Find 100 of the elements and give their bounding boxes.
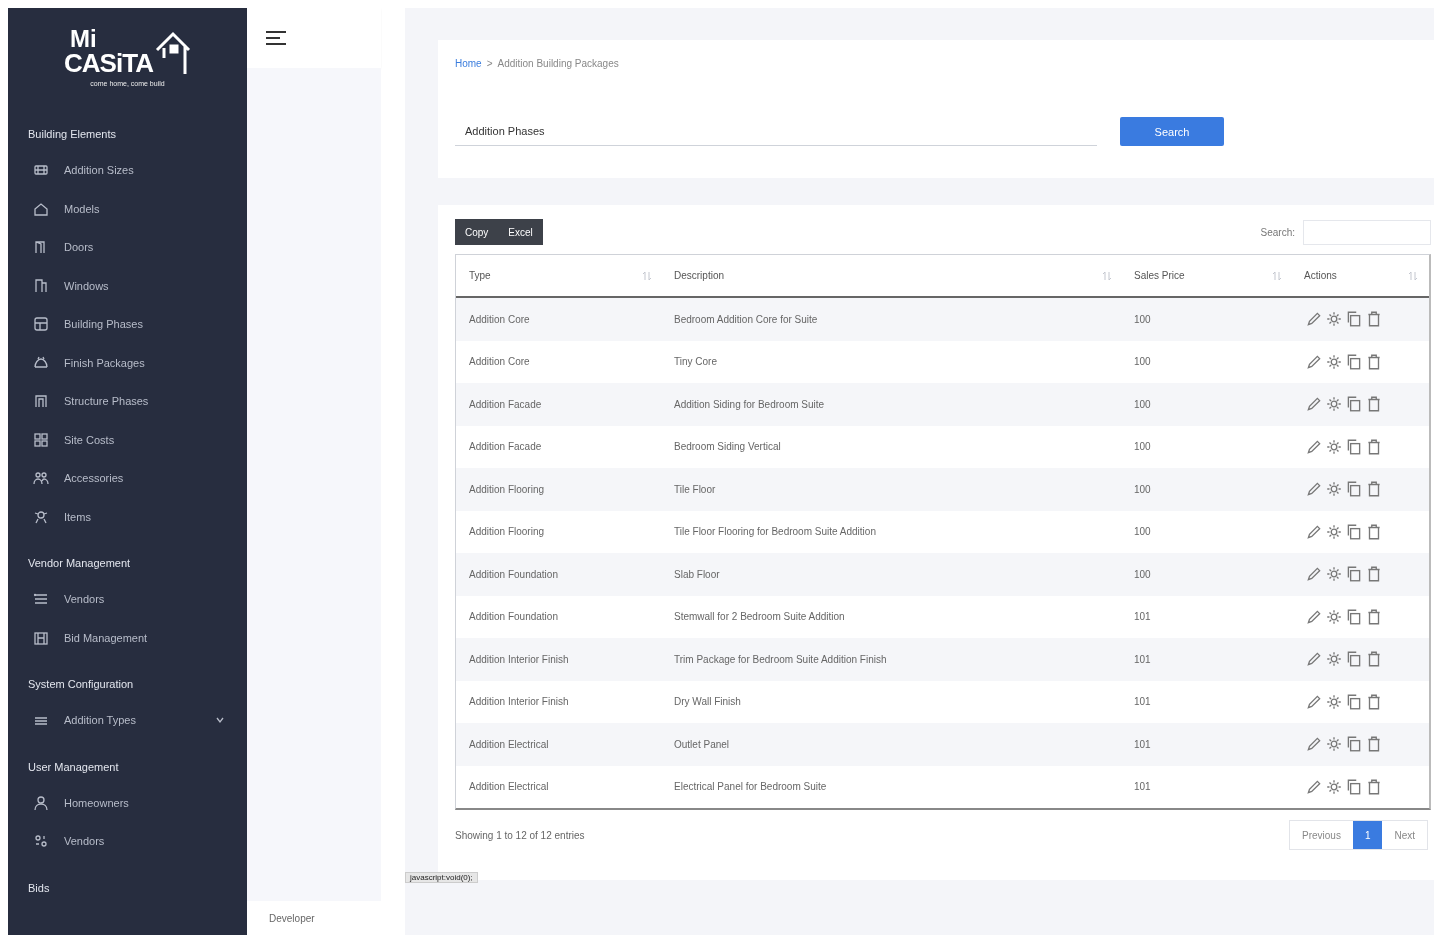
- trash-icon[interactable]: [1365, 480, 1383, 499]
- table-cell-text: 100: [1133, 483, 1152, 495]
- gear-icon[interactable]: [1325, 310, 1343, 329]
- trash-icon[interactable]: [1365, 735, 1383, 754]
- menu-icon[interactable]: [265, 30, 287, 46]
- trash-icon[interactable]: [1365, 395, 1383, 414]
- sidebar-item[interactable]: Doors: [8, 228, 247, 267]
- gear-icon[interactable]: [1325, 395, 1343, 414]
- trash-icon[interactable]: [1365, 522, 1383, 541]
- table-cell-text: Outlet Panel: [673, 738, 731, 750]
- trash-icon[interactable]: [1365, 692, 1383, 711]
- pagination-button[interactable]: 1: [1352, 821, 1383, 849]
- table-cell-text: Addition Siding for Bedroom Suite: [673, 398, 826, 410]
- sidebar-section-title: System Configuration: [27, 677, 135, 692]
- table-cell-text: 100: [1133, 398, 1152, 410]
- export-button[interactable]: Copy: [455, 219, 499, 245]
- trash-icon[interactable]: [1365, 352, 1383, 371]
- search-button[interactable]: Search: [1120, 117, 1224, 146]
- gear-icon[interactable]: [1325, 692, 1343, 711]
- copy-icon[interactable]: [1345, 607, 1363, 626]
- table-cell-text: 101: [1133, 611, 1152, 623]
- table-cell-text: Bedroom Addition Core for Suite: [673, 313, 819, 325]
- sidebar-item[interactable]: Addition Sizes: [8, 151, 247, 190]
- gear-icon[interactable]: [1325, 650, 1343, 669]
- table-cell-text: 100: [1133, 356, 1152, 368]
- copy-icon[interactable]: [1345, 692, 1363, 711]
- gear-icon[interactable]: [1325, 480, 1343, 499]
- table-cell-text: Addition Foundation: [468, 568, 559, 580]
- pencil-icon[interactable]: [1305, 480, 1323, 499]
- gear-icon[interactable]: [1325, 735, 1343, 754]
- table-cell-text: Addition Foundation: [468, 611, 559, 623]
- pencil-icon[interactable]: [1305, 310, 1323, 329]
- pencil-icon[interactable]: [1305, 395, 1323, 414]
- sidebar-section-title: Vendor Management: [27, 556, 132, 571]
- menu-item-icon: [32, 315, 50, 334]
- column-header[interactable]: Actions: [1304, 270, 1337, 281]
- trash-icon[interactable]: [1365, 607, 1383, 626]
- column-header[interactable]: Description: [674, 270, 725, 281]
- table-cell-text: 101: [1133, 696, 1152, 708]
- sidebar-item[interactable]: Building Phases: [8, 305, 247, 344]
- trash-icon[interactable]: [1365, 565, 1383, 584]
- table-cell-text: Addition Facade: [468, 398, 543, 410]
- pencil-icon[interactable]: [1305, 565, 1323, 584]
- copy-icon[interactable]: [1345, 565, 1363, 584]
- gear-icon[interactable]: [1325, 565, 1343, 584]
- table-cell-text: Addition Interior Finish: [468, 653, 570, 665]
- table-cell-text: Stemwall for 2 Bedroom Suite Addition: [673, 611, 846, 623]
- sidebar-item[interactable]: Items: [8, 497, 247, 536]
- gear-icon[interactable]: [1325, 522, 1343, 541]
- sidebar-item[interactable]: Vendors: [8, 580, 247, 619]
- sidebar-item[interactable]: Accessories: [8, 459, 247, 498]
- search-label: Search:: [1260, 226, 1295, 238]
- copy-icon[interactable]: [1345, 650, 1363, 669]
- sidebar-item[interactable]: Windows: [8, 266, 247, 305]
- table-cell-text: Slab Floor: [673, 568, 721, 580]
- copy-icon[interactable]: [1345, 310, 1363, 329]
- footer-text: Developer: [269, 912, 315, 924]
- copy-icon[interactable]: [1345, 522, 1363, 541]
- gear-icon[interactable]: [1325, 777, 1343, 796]
- column-header[interactable]: Type: [469, 270, 491, 281]
- trash-icon[interactable]: [1365, 310, 1383, 329]
- pencil-icon[interactable]: [1305, 735, 1323, 754]
- sidebar-item[interactable]: Site Costs: [8, 420, 247, 459]
- sidebar-item[interactable]: Homeowners: [8, 783, 247, 822]
- table-cell-text: Dry Wall Finish: [673, 696, 742, 708]
- copy-icon[interactable]: [1345, 735, 1363, 754]
- export-button[interactable]: Excel: [498, 219, 543, 245]
- table-cell-text: Bedroom Siding Vertical: [673, 441, 782, 453]
- sort-icon: [1103, 270, 1111, 281]
- table-cell-text: Addition Facade: [468, 441, 543, 453]
- sidebar-item[interactable]: Addition Types: [8, 701, 247, 740]
- table-cell-text: 101: [1133, 653, 1152, 665]
- copy-icon[interactable]: [1345, 777, 1363, 796]
- copy-icon[interactable]: [1345, 395, 1363, 414]
- sidebar-item[interactable]: Structure Phases: [8, 382, 247, 421]
- gear-icon[interactable]: [1325, 352, 1343, 371]
- breadcrumb-link[interactable]: Home: [455, 58, 482, 69]
- menu-item-icon: [32, 276, 50, 295]
- column-header[interactable]: Sales Price: [1134, 270, 1185, 281]
- trash-icon[interactable]: [1365, 650, 1383, 669]
- gear-icon[interactable]: [1325, 607, 1343, 626]
- sidebar-item[interactable]: Vendors: [8, 822, 247, 861]
- gear-icon[interactable]: [1325, 437, 1343, 456]
- trash-icon[interactable]: [1365, 437, 1383, 456]
- table-cell-text: Addition Flooring: [468, 483, 546, 495]
- table-cell-text: 100: [1133, 526, 1152, 538]
- copy-icon[interactable]: [1345, 437, 1363, 456]
- sidebar-section-title: Building Elements: [27, 127, 118, 142]
- sidebar-item[interactable]: Models: [8, 189, 247, 228]
- copy-icon[interactable]: [1345, 352, 1363, 371]
- select-field[interactable]: Addition Phases: [455, 117, 1097, 146]
- sidebar-item[interactable]: Finish Packages: [8, 343, 247, 382]
- breadcrumb-separator: >: [486, 58, 493, 69]
- search-field[interactable]: [1303, 219, 1431, 245]
- copy-icon[interactable]: [1345, 480, 1363, 499]
- sidebar-item[interactable]: Bid Management: [8, 618, 247, 657]
- trash-icon[interactable]: [1365, 777, 1383, 796]
- sidebar-section-title: User Management: [27, 759, 120, 775]
- table-cell-text: Addition Flooring: [468, 526, 546, 538]
- pencil-icon[interactable]: [1305, 650, 1323, 669]
